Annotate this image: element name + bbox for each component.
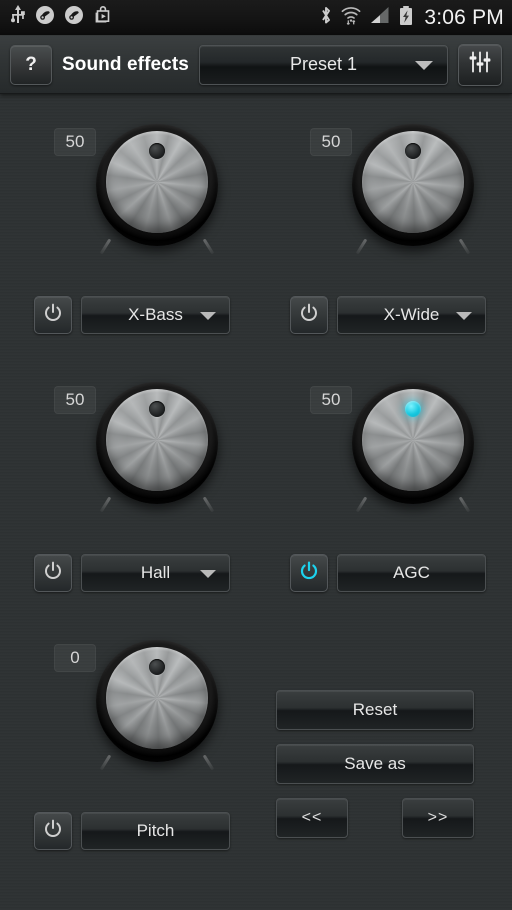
headset-audio-icon	[35, 5, 55, 30]
knob-indicator-dot	[149, 401, 165, 417]
effect-controls: AGC	[290, 554, 486, 592]
effects-row: 50	[0, 120, 512, 378]
power-icon	[299, 303, 319, 328]
knob-value-badge: 50	[54, 386, 96, 414]
battery-charging-icon	[398, 5, 414, 31]
knob-area: 50	[256, 378, 512, 538]
chevron-down-icon	[200, 570, 216, 578]
effect-controls: Hall	[34, 554, 230, 592]
app-header: ? Sound effects Preset 1	[0, 36, 512, 94]
power-icon	[43, 303, 63, 328]
knob-indicator-dot	[149, 659, 165, 675]
knob-pitch[interactable]	[96, 640, 218, 771]
knob-agc[interactable]	[352, 382, 474, 513]
knob-value-badge: 0	[54, 644, 96, 672]
equalizer-sliders-icon	[467, 49, 493, 80]
effect-select-label: Pitch	[136, 821, 175, 840]
preset-nav-row: << >>	[276, 798, 474, 838]
effect-select-x-bass[interactable]: X-Bass	[81, 296, 230, 334]
knob-tick-max-icon	[202, 754, 215, 771]
effects-row: 50	[0, 378, 512, 636]
effect-controls: X-Bass	[34, 296, 230, 334]
effect-cell-hall: 50 Hall	[0, 378, 256, 636]
status-bar-left-icons	[10, 5, 113, 30]
effect-cell-x-wide: 50 X-Wide	[256, 120, 512, 378]
knob-value-badge: 50	[54, 128, 96, 156]
previous-preset-button[interactable]: <<	[276, 798, 348, 838]
knob-area: 50	[256, 120, 512, 280]
knob-area: 0	[0, 636, 256, 796]
power-toggle-x-wide[interactable]	[290, 296, 328, 334]
power-toggle-hall[interactable]	[34, 554, 72, 592]
headset-audio-icon	[64, 5, 84, 30]
knob-indicator-dot	[149, 143, 165, 159]
effect-cell-agc: 50 AGC	[256, 378, 512, 636]
reset-button[interactable]: Reset	[276, 690, 474, 730]
preset-dropdown-label: Preset 1	[289, 54, 357, 74]
next-preset-button[interactable]: >>	[402, 798, 474, 838]
help-button[interactable]: ?	[10, 44, 52, 85]
knob-value-badge: 50	[310, 386, 352, 414]
power-toggle-agc[interactable]	[290, 554, 328, 592]
knob-tick-min-icon	[355, 238, 368, 255]
effect-controls: Pitch	[34, 812, 230, 850]
bluetooth-icon	[319, 5, 333, 31]
knob-tick-min-icon	[99, 754, 112, 771]
knob-hall[interactable]	[96, 382, 218, 513]
status-bar-clock: 3:06 PM	[424, 5, 504, 29]
preset-actions-panel: Reset Save as << >>	[276, 690, 474, 838]
power-toggle-x-bass[interactable]	[34, 296, 72, 334]
power-toggle-pitch[interactable]	[34, 812, 72, 850]
knob-tick-max-icon	[202, 238, 215, 255]
page-title: Sound effects	[62, 53, 189, 75]
effect-cell-pitch: 0 Pitch	[0, 636, 256, 894]
save-as-button[interactable]: Save as	[276, 744, 474, 784]
play-store-icon	[93, 5, 113, 30]
knob-face	[362, 389, 464, 491]
effect-select-label: X-Wide	[383, 305, 440, 324]
knob-x-bass[interactable]	[96, 124, 218, 255]
knob-face	[106, 647, 208, 749]
effect-select-x-wide[interactable]: X-Wide	[337, 296, 486, 334]
knob-tick-max-icon	[202, 496, 215, 513]
knob-indicator-dot	[405, 143, 421, 159]
effect-select-agc[interactable]: AGC	[337, 554, 486, 592]
equalizer-button[interactable]	[458, 43, 502, 86]
preset-dropdown[interactable]: Preset 1	[198, 44, 448, 85]
knob-tick-max-icon	[458, 238, 471, 255]
effect-cell-x-bass: 50 X-Bass	[0, 120, 256, 378]
knob-indicator-dot	[405, 401, 421, 417]
effect-select-pitch[interactable]: Pitch	[81, 812, 230, 850]
power-icon	[43, 819, 63, 844]
knob-face	[106, 389, 208, 491]
power-icon	[299, 561, 319, 586]
effect-controls: X-Wide	[290, 296, 486, 334]
effect-select-hall[interactable]: Hall	[81, 554, 230, 592]
chevron-down-icon	[200, 312, 216, 320]
knob-face	[362, 131, 464, 233]
knob-tick-min-icon	[99, 496, 112, 513]
chevron-down-icon	[415, 60, 433, 70]
knob-tick-max-icon	[458, 496, 471, 513]
wifi-icon	[340, 5, 362, 31]
usb-icon	[10, 5, 26, 30]
chevron-down-icon	[456, 312, 472, 320]
status-bar: 3:06 PM	[0, 0, 512, 36]
effect-select-label: Hall	[140, 563, 171, 582]
status-bar-right-icons: 3:06 PM	[319, 5, 504, 31]
knob-value-badge: 50	[310, 128, 352, 156]
knob-tick-min-icon	[355, 496, 368, 513]
effect-select-label: X-Bass	[128, 305, 183, 324]
cellular-signal-icon	[369, 5, 391, 30]
knob-area: 50	[0, 378, 256, 538]
sound-effects-app: 3:06 PM ? Sound effects Preset 1 50 X-Ba…	[0, 0, 512, 910]
effect-select-label: AGC	[393, 563, 430, 582]
knob-x-wide[interactable]	[352, 124, 474, 255]
power-icon	[43, 561, 63, 586]
knob-tick-min-icon	[99, 238, 112, 255]
knob-face	[106, 131, 208, 233]
knob-area: 50	[0, 120, 256, 280]
